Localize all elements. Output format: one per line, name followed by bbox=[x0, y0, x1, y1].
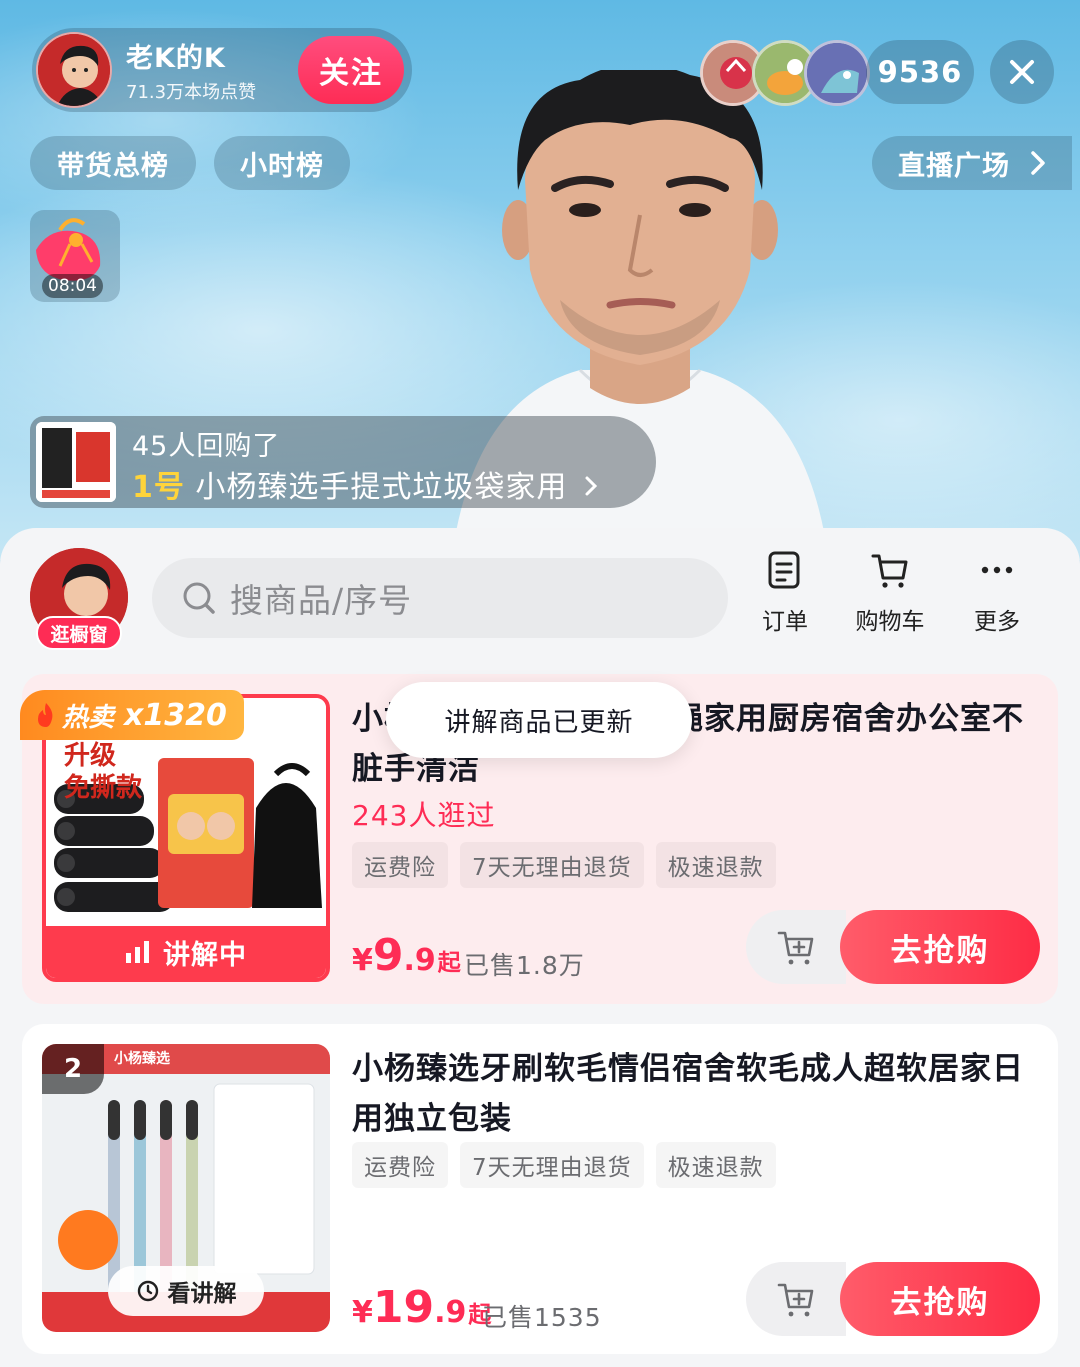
service-tag: 7天无理由退货 bbox=[460, 1142, 644, 1188]
product-image-text: 免撕款 bbox=[64, 773, 143, 803]
live-explaining-bar: 讲解中 bbox=[46, 926, 326, 978]
cart-button[interactable]: 购物车 bbox=[845, 550, 935, 636]
shop-window-tag[interactable]: 逛橱窗 bbox=[36, 616, 122, 650]
more-label: 更多 bbox=[974, 609, 1020, 635]
product-image[interactable]: 小杨臻选 2 看讲解 bbox=[42, 1044, 330, 1332]
more-button[interactable]: 更多 bbox=[952, 550, 1042, 636]
live-plaza-label: 直播广场 bbox=[898, 150, 1010, 182]
product-sold: 已售1535 bbox=[482, 1303, 602, 1332]
notice-buyers: 45人回购了 bbox=[132, 431, 281, 462]
close-icon bbox=[1010, 60, 1034, 84]
orders-label: 订单 bbox=[762, 609, 808, 635]
viewer-avatar[interactable] bbox=[804, 40, 870, 106]
explain-updated-toast: 讲解商品已更新 bbox=[386, 682, 692, 758]
price-currency: ¥ bbox=[352, 1295, 373, 1330]
watch-explain-button[interactable]: 看讲解 bbox=[108, 1266, 264, 1316]
purchase-notice[interactable]: 45人回购了 1号 小杨臻选手提式垃圾袋家用 bbox=[30, 416, 656, 508]
anchor-likes: 71.3万本场点赞 bbox=[126, 82, 257, 103]
hot-sale-label: 热卖 bbox=[62, 702, 115, 733]
anchor-name: 老K的K bbox=[126, 43, 226, 74]
replay-icon bbox=[137, 1280, 158, 1302]
product-sold: 已售1.8万 bbox=[464, 951, 585, 980]
add-cart-icon bbox=[777, 931, 814, 965]
orders-button[interactable]: 订单 bbox=[740, 550, 830, 636]
search-placeholder: 搜商品/序号 bbox=[230, 581, 413, 620]
product-visits: 243人逛过 bbox=[352, 799, 496, 832]
price-decimal: .9 bbox=[403, 943, 436, 978]
flame-icon bbox=[38, 703, 53, 727]
watch-explain-label: 看讲解 bbox=[167, 1281, 237, 1307]
chevron-right-icon bbox=[1031, 151, 1045, 175]
product-image-text: 升级 bbox=[64, 741, 117, 771]
price-suffix: 起 bbox=[437, 950, 461, 976]
anchor-avatar[interactable] bbox=[36, 32, 112, 108]
cart-label: 购物车 bbox=[855, 609, 925, 635]
add-to-cart-button[interactable] bbox=[746, 910, 846, 984]
notice-index: 1号 bbox=[132, 470, 185, 505]
live-signal-icon bbox=[126, 941, 149, 963]
notice-product-thumb bbox=[36, 422, 116, 502]
price-integer: 9 bbox=[372, 930, 404, 981]
product-price: ¥ 19 .9 起 bbox=[352, 1282, 491, 1333]
product-index-badge: 2 bbox=[42, 1044, 104, 1094]
service-tag: 运费险 bbox=[352, 1142, 448, 1188]
product-title[interactable]: 小杨臻选牙刷软毛情侣宿舍软毛成人超软居家日用独立包装 bbox=[352, 1044, 1032, 1144]
price-currency: ¥ bbox=[352, 943, 373, 978]
product-card[interactable]: 小杨臻选 2 看讲解 小杨臻选牙刷软毛情侣宿舍软毛成人超软居家日用独立包装 运费… bbox=[22, 1024, 1058, 1354]
rank-hourly-button[interactable]: 小时榜 bbox=[214, 136, 350, 190]
notice-product: 1号 小杨臻选手提式垃圾袋家用 bbox=[132, 462, 598, 506]
service-tags: 运费险 7天无理由退货 极速退款 bbox=[352, 1142, 776, 1188]
order-icon bbox=[768, 551, 800, 589]
product-panel: 逛橱窗 搜商品/序号 订单 购物车 更多 升级 免撕款 讲解中 热卖 x1320… bbox=[0, 528, 1080, 1367]
close-button[interactable] bbox=[990, 40, 1054, 104]
service-tags: 运费险 7天无理由退货 极速退款 bbox=[352, 842, 776, 888]
service-tag: 极速退款 bbox=[655, 1142, 776, 1188]
red-packet-widget[interactable]: 08:04 bbox=[30, 210, 120, 302]
product-price: ¥ 9 .9 起 bbox=[352, 930, 461, 981]
live-stream-view: 老K的K 71.3万本场点赞 关注 9536 带货总榜 小时榜 直播广场 08:… bbox=[0, 0, 1080, 560]
cart-icon bbox=[871, 554, 908, 588]
add-cart-icon bbox=[777, 1283, 814, 1317]
product-image-brand: 小杨臻选 bbox=[114, 1051, 170, 1067]
buy-now-button[interactable]: 去抢购 bbox=[840, 1262, 1040, 1336]
search-input[interactable]: 搜商品/序号 bbox=[152, 558, 728, 638]
follow-button[interactable]: 关注 bbox=[298, 36, 404, 104]
more-icon bbox=[981, 566, 1013, 574]
price-decimal: .9 bbox=[434, 1295, 467, 1330]
hot-sale-badge: 热卖 x1320 bbox=[20, 690, 244, 740]
search-icon bbox=[183, 582, 215, 614]
live-explaining-label: 讲解中 bbox=[163, 939, 247, 971]
service-tag: 极速退款 bbox=[655, 842, 776, 888]
anchor-info[interactable]: 老K的K 71.3万本场点赞 关注 bbox=[32, 28, 412, 112]
viewer-count[interactable]: 9536 bbox=[866, 40, 974, 104]
add-to-cart-button[interactable] bbox=[746, 1262, 846, 1336]
red-packet-timer: 08:04 bbox=[42, 274, 103, 298]
service-tag: 7天无理由退货 bbox=[460, 842, 644, 888]
rank-total-button[interactable]: 带货总榜 bbox=[30, 136, 196, 190]
hot-sale-count: x1320 bbox=[124, 697, 227, 733]
live-plaza-button[interactable]: 直播广场 bbox=[872, 136, 1072, 190]
service-tag: 运费险 bbox=[352, 842, 448, 888]
buy-now-button[interactable]: 去抢购 bbox=[840, 910, 1040, 984]
price-integer: 19 bbox=[372, 1282, 435, 1333]
notice-product-name: 小杨臻选手提式垃圾袋家用 bbox=[195, 470, 568, 505]
chevron-right-icon bbox=[585, 476, 598, 496]
